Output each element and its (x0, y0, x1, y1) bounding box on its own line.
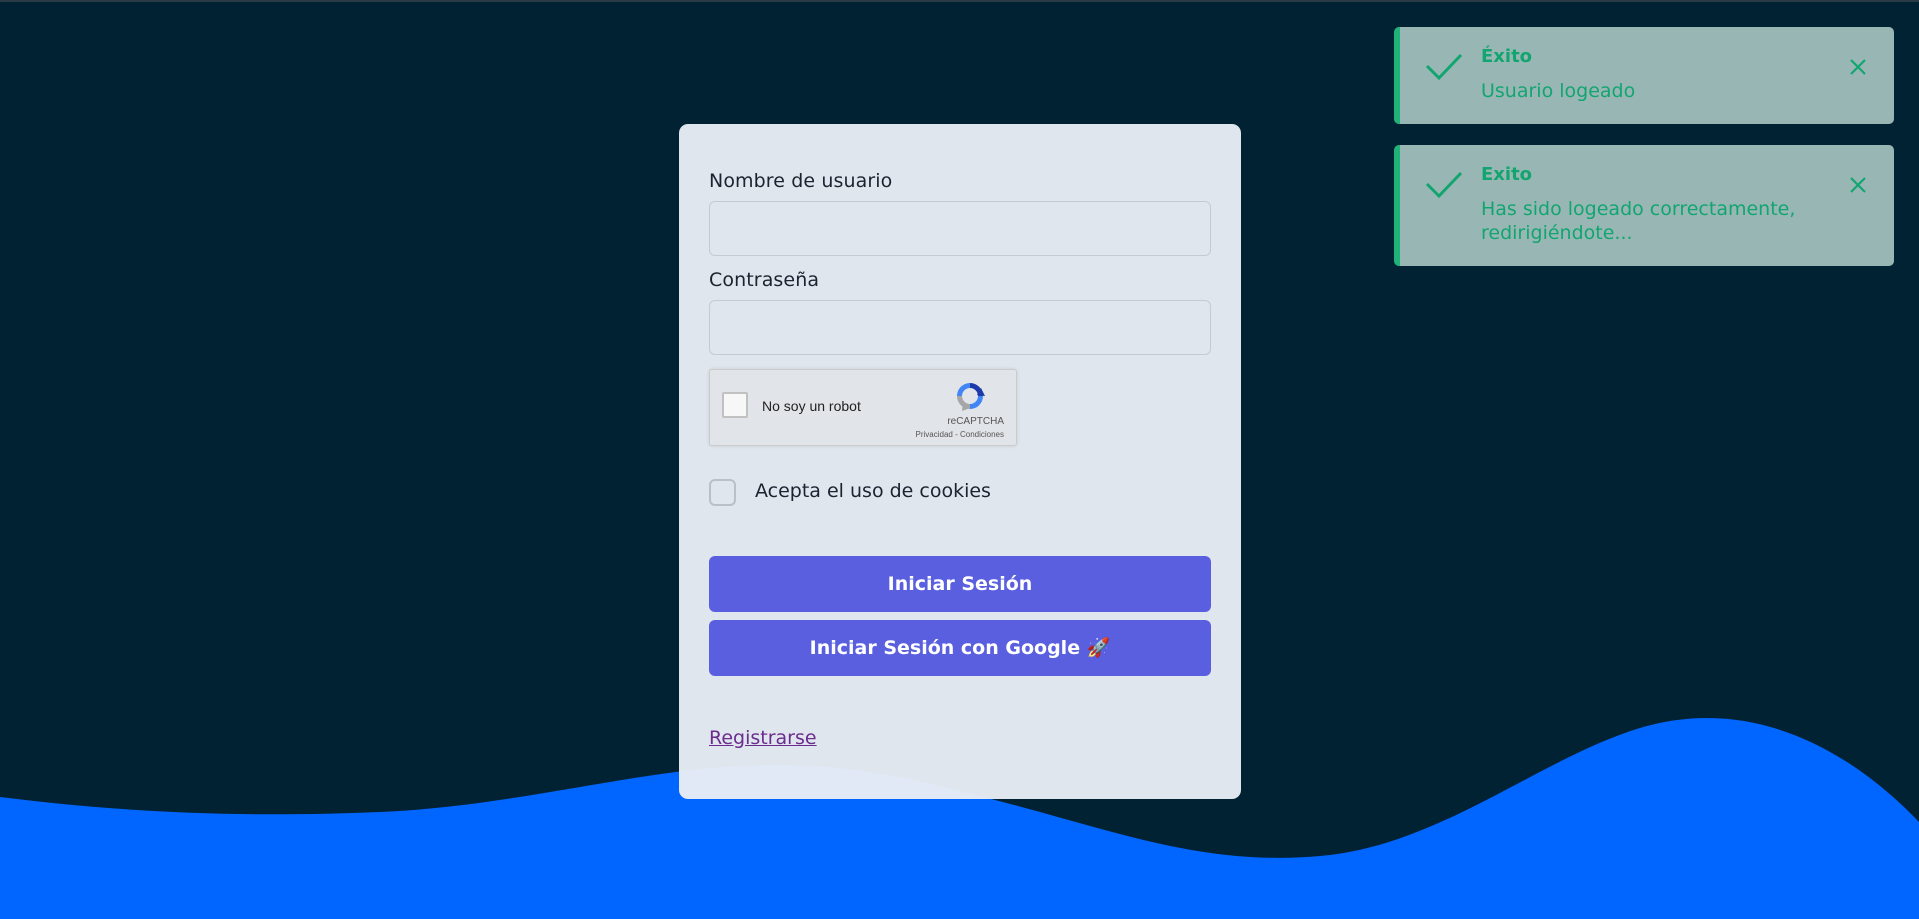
check-icon (1425, 53, 1463, 81)
check-icon (1425, 171, 1463, 199)
recaptcha-widget: No soy un robot reCAPTCHA Privacidad - C… (709, 369, 1017, 446)
password-input[interactable] (709, 300, 1211, 355)
google-login-button[interactable]: Iniciar Sesión con Google 🚀 (709, 620, 1211, 676)
toast-title: Exito (1481, 164, 1533, 185)
login-card: Nombre de usuario Contraseña No soy un r… (679, 124, 1241, 799)
recaptcha-links[interactable]: Privacidad - Condiciones (916, 430, 1005, 439)
toast-success: Éxito Usuario logeado (1394, 27, 1894, 124)
recaptcha-logo-icon (957, 383, 985, 411)
cookies-checkbox[interactable] (709, 479, 736, 506)
recaptcha-checkbox[interactable] (722, 392, 748, 418)
toast-message: Usuario logeado (1481, 80, 1636, 102)
cookies-label: Acepta el uso de cookies (755, 480, 991, 502)
toast-message: Has sido logeado correctamente, redirigi… (1481, 198, 1796, 244)
toast-title: Éxito (1481, 46, 1533, 67)
close-icon[interactable] (1848, 175, 1868, 195)
recaptcha-label: No soy un robot (762, 398, 861, 414)
username-label: Nombre de usuario (709, 170, 893, 192)
register-link[interactable]: Registrarse (709, 727, 817, 749)
close-icon[interactable] (1848, 57, 1868, 77)
password-label: Contraseña (709, 269, 820, 291)
username-input[interactable] (709, 201, 1211, 256)
login-button[interactable]: Iniciar Sesión (709, 556, 1211, 612)
toast-success: Exito Has sido logeado correctamente, re… (1394, 145, 1894, 266)
recaptcha-brand: reCAPTCHA (947, 416, 1004, 427)
